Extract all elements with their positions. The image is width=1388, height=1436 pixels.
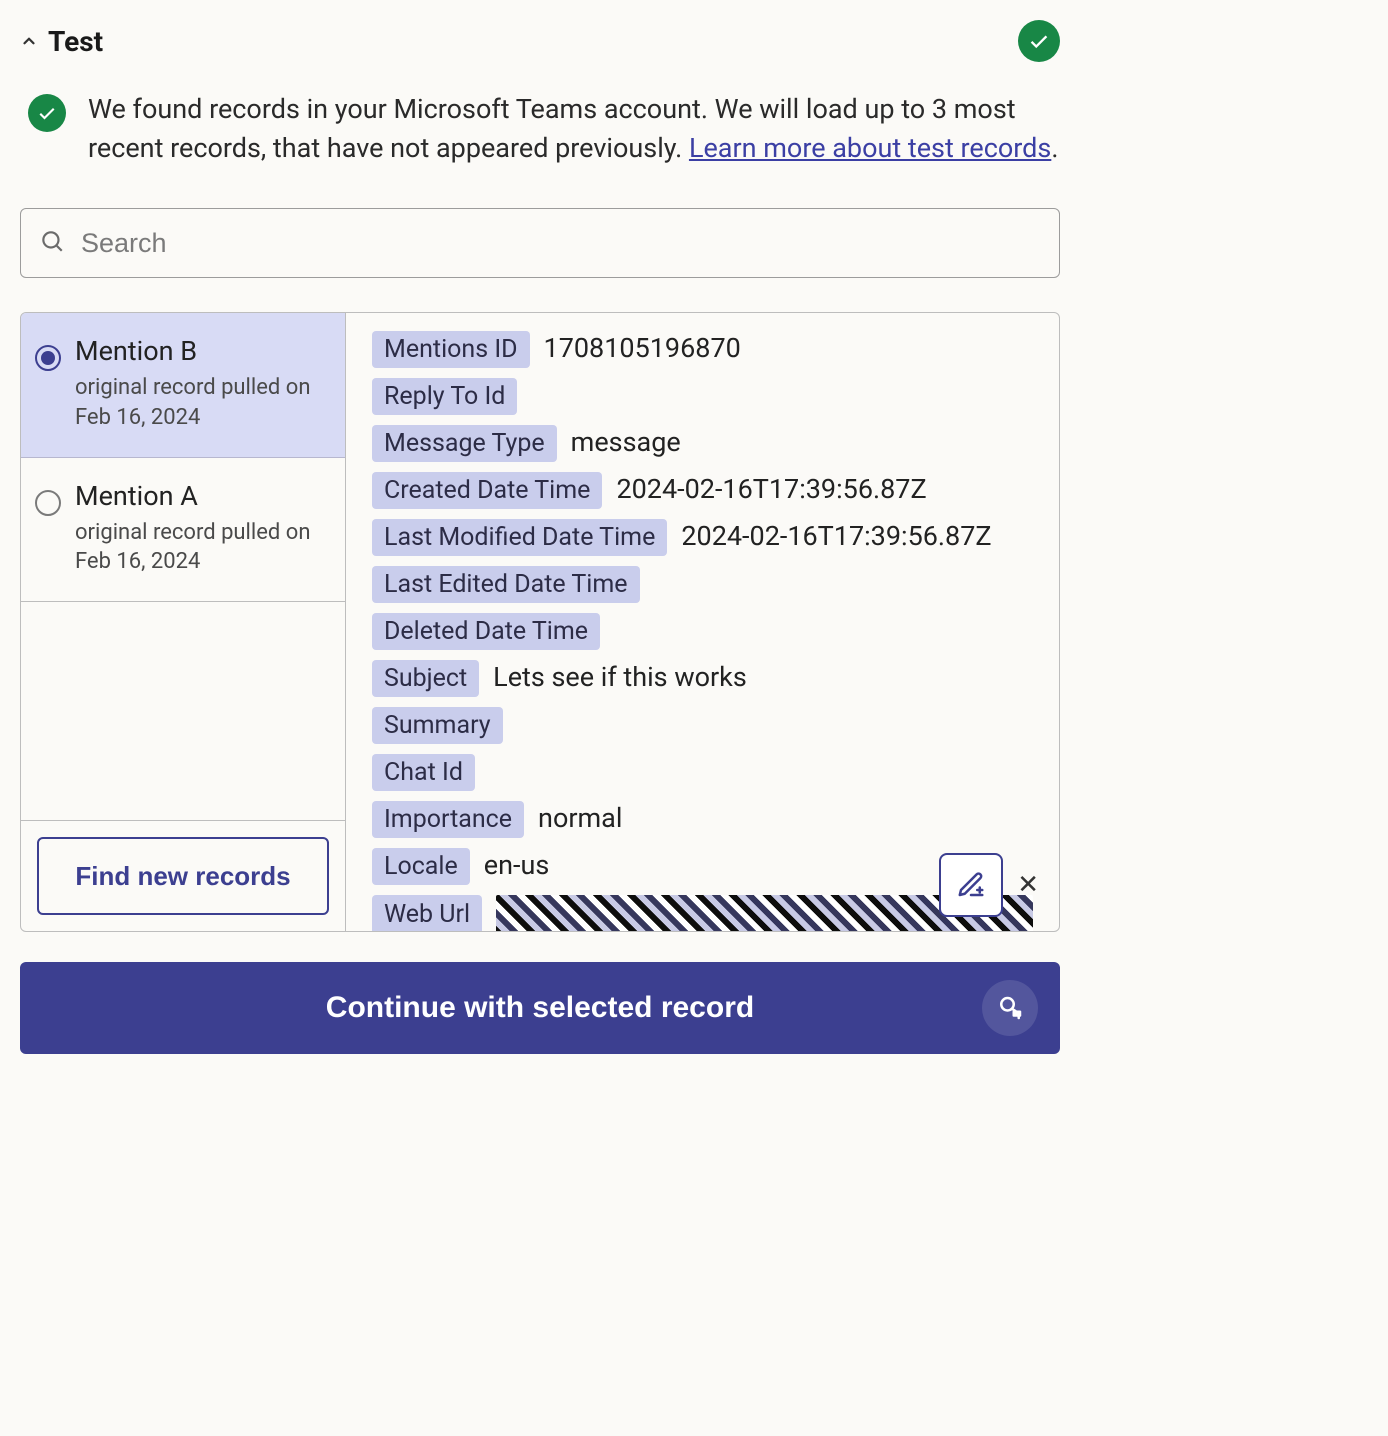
info-text-part2: . bbox=[1051, 132, 1058, 164]
field-last-modified-date-time: Last Modified Date Time 2024-02-16T17:39… bbox=[372, 519, 1033, 556]
field-subject: Subject Lets see if this works bbox=[372, 660, 1033, 697]
field-label: Chat Id bbox=[372, 754, 475, 791]
search-input[interactable] bbox=[79, 227, 1041, 260]
field-last-edited-date-time: Last Edited Date Time bbox=[372, 566, 1033, 603]
chevron-up-icon[interactable] bbox=[20, 32, 38, 50]
record-mention-b[interactable]: Mention B original record pulled on Feb … bbox=[21, 313, 345, 457]
field-label: Message Type bbox=[372, 425, 557, 462]
continue-label: Continue with selected record bbox=[326, 991, 754, 1024]
radio-selected-icon bbox=[35, 345, 61, 371]
record-title: Mention A bbox=[75, 480, 327, 512]
field-label: Last Edited Date Time bbox=[372, 566, 640, 603]
record-subtitle: original record pulled on Feb 16, 2024 bbox=[75, 373, 327, 432]
field-message-type: Message Type message bbox=[372, 425, 1033, 462]
field-label: Locale bbox=[372, 848, 470, 885]
info-message: We found records in your Microsoft Teams… bbox=[20, 90, 1060, 168]
records-sidebar: Mention B original record pulled on Feb … bbox=[21, 313, 346, 931]
field-label: Reply To Id bbox=[372, 378, 517, 415]
field-value: 2024-02-16T17:39:56.87Z bbox=[616, 472, 926, 505]
record-title: Mention B bbox=[75, 335, 327, 367]
record-subtitle: original record pulled on Feb 16, 2024 bbox=[75, 518, 327, 577]
field-value: message bbox=[571, 425, 681, 458]
continue-button[interactable]: Continue with selected record bbox=[20, 962, 1060, 1054]
field-label: Subject bbox=[372, 660, 479, 697]
field-value: normal bbox=[538, 801, 622, 834]
field-value: 2024-02-16T17:39:56.87Z bbox=[681, 519, 991, 552]
info-text: We found records in your Microsoft Teams… bbox=[88, 90, 1060, 168]
field-mentions-id: Mentions ID 1708105196870 bbox=[372, 331, 1033, 368]
close-icon[interactable]: ✕ bbox=[1013, 866, 1043, 904]
field-label: Mentions ID bbox=[372, 331, 530, 368]
field-chat-id: Chat Id bbox=[372, 754, 1033, 791]
status-complete-icon bbox=[1018, 20, 1060, 62]
learn-more-link[interactable]: Learn more about test records bbox=[689, 132, 1051, 164]
section-header: Test bbox=[20, 20, 1060, 62]
field-reply-to-id: Reply To Id bbox=[372, 378, 1033, 415]
success-icon bbox=[28, 94, 66, 132]
radio-unselected-icon bbox=[35, 490, 61, 516]
find-new-records-button[interactable]: Find new records bbox=[37, 837, 329, 915]
field-locale: Locale en-us bbox=[372, 848, 1033, 885]
field-value: en-us bbox=[484, 848, 550, 881]
section-title: Test bbox=[48, 25, 103, 58]
search-icon bbox=[39, 228, 65, 258]
continue-decorative-icon bbox=[982, 980, 1038, 1036]
records-panel: Mention B original record pulled on Feb … bbox=[20, 312, 1060, 932]
records-list: Mention B original record pulled on Feb … bbox=[21, 313, 345, 820]
field-label: Summary bbox=[372, 707, 503, 744]
record-details: Mentions ID 1708105196870 Reply To Id Me… bbox=[346, 313, 1059, 931]
field-label: Web Url bbox=[372, 895, 482, 931]
field-label: Created Date Time bbox=[372, 472, 602, 509]
search-box[interactable] bbox=[20, 208, 1060, 278]
field-label: Last Modified Date Time bbox=[372, 519, 667, 556]
field-label: Importance bbox=[372, 801, 524, 838]
record-mention-a[interactable]: Mention A original record pulled on Feb … bbox=[21, 458, 345, 602]
edit-button[interactable] bbox=[939, 853, 1003, 917]
field-created-date-time: Created Date Time 2024-02-16T17:39:56.87… bbox=[372, 472, 1033, 509]
field-value: Lets see if this works bbox=[493, 660, 747, 693]
field-value: 1708105196870 bbox=[544, 331, 741, 364]
field-web-url: Web Url bbox=[372, 895, 1033, 931]
field-deleted-date-time: Deleted Date Time bbox=[372, 613, 1033, 650]
field-importance: Importance normal bbox=[372, 801, 1033, 838]
field-summary: Summary bbox=[372, 707, 1033, 744]
field-label: Deleted Date Time bbox=[372, 613, 600, 650]
pencil-plus-icon bbox=[956, 870, 986, 900]
